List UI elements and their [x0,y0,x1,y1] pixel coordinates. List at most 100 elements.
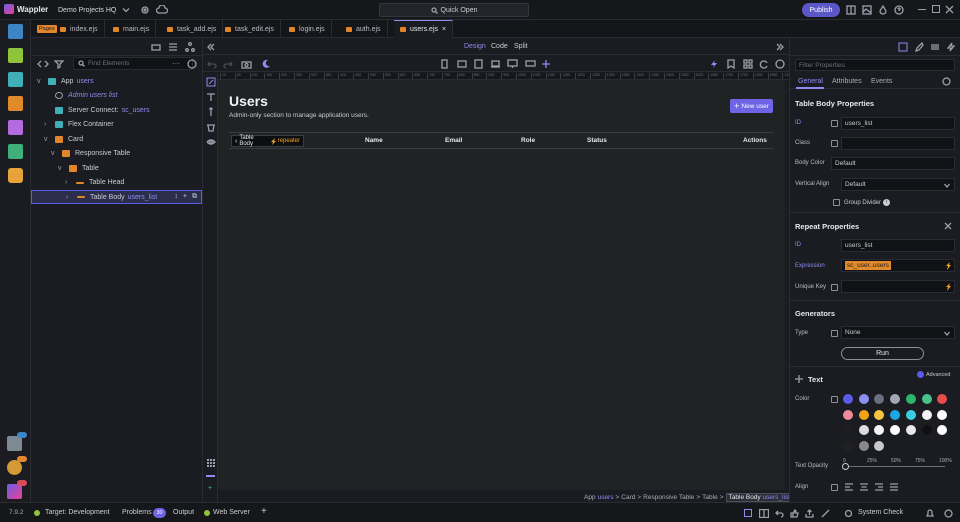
color-swatch[interactable] [921,409,932,420]
camera-icon[interactable] [241,59,252,69]
design-tab[interactable]: Design [464,43,486,50]
color-swatch[interactable] [843,440,853,451]
tree-item[interactable]: v Card [31,132,202,146]
align-center-icon[interactable] [860,483,868,491]
project-selector[interactable]: Demo Projects HQ [54,3,134,17]
color-swatch[interactable] [874,440,885,451]
breadcrumb-item[interactable]: Responsive Table [643,494,694,501]
bind-icon[interactable] [831,396,838,403]
help-icon[interactable] [187,59,197,69]
chevron-right-icon[interactable]: › [44,121,52,128]
laptop-icon[interactable] [490,59,501,69]
workflow-icon[interactable] [8,48,23,63]
run-button[interactable]: Run [841,347,924,360]
chevron-down-icon[interactable]: v [58,165,66,172]
color-swatch[interactable] [937,425,948,435]
double-chevron-left-icon[interactable] [207,43,215,51]
edit-icon[interactable] [898,42,908,52]
tree-item[interactable]: v App users [31,74,202,88]
file-tab[interactable]: auth.ejs [340,20,388,38]
minimize-icon[interactable] [918,9,926,10]
align-left-icon[interactable] [845,483,853,491]
text-format-icon[interactable] [206,92,216,102]
move-icon[interactable] [541,59,551,69]
color-swatch[interactable] [874,409,885,420]
color-swatch[interactable] [921,425,932,435]
code-view-icon[interactable] [37,59,49,69]
expression-field[interactable]: sc_user..users [841,259,955,272]
copy-icon[interactable]: ⧉ [192,193,197,201]
drop-icon[interactable] [878,5,888,15]
color-swatch[interactable] [921,394,932,404]
routing-icon[interactable] [8,96,23,111]
color-swatch[interactable] [937,409,948,420]
tree-icon[interactable] [185,42,195,52]
target-label[interactable]: Target: Development [45,509,110,516]
system-check-label[interactable]: System Check [858,509,903,516]
tab-general[interactable]: General [798,78,823,85]
refresh-icon[interactable] [759,59,769,69]
widescreen-icon[interactable] [525,59,536,69]
component-icon[interactable] [151,42,161,52]
color-swatch[interactable] [858,440,869,451]
chevron-down-icon[interactable]: v [37,78,45,85]
bind-icon[interactable] [831,120,838,127]
thumbs-up-icon[interactable] [790,509,799,518]
group-divider-checkbox[interactable] [833,199,840,206]
close-icon[interactable] [944,222,952,230]
add-icon[interactable]: + [208,485,212,492]
info-icon[interactable]: i [883,199,890,206]
close-icon[interactable]: × [442,26,446,33]
breadcrumb-item[interactable]: Table [702,494,718,501]
filter-properties-input[interactable]: Filter Properties [795,59,955,71]
selected-element-tag[interactable]: ‹ Table Body repeater [231,135,304,147]
publish-button[interactable]: Publish [802,3,840,17]
color-swatch[interactable] [874,425,885,435]
brush-icon[interactable] [914,42,924,52]
align-right-icon[interactable] [875,483,883,491]
resources-icon[interactable] [8,120,23,135]
breadcrumb-item[interactable]: Card [621,494,635,501]
tree-item[interactable]: › Table Head [31,176,202,190]
color-swatch[interactable] [843,409,853,420]
reorder-icon[interactable]: ↕ [174,193,178,201]
settings-icon[interactable] [7,460,22,475]
color-swatch[interactable] [890,394,901,404]
extensions-icon[interactable] [7,436,22,451]
more-icon[interactable]: ··· [172,59,180,68]
align-justify-icon[interactable] [890,483,898,491]
color-swatch[interactable] [858,394,869,404]
chevron-right-icon[interactable]: › [65,179,73,186]
type-select[interactable]: None [841,326,955,339]
color-swatch[interactable] [905,409,916,420]
opacity-slider-handle[interactable] [842,463,849,470]
image-icon[interactable] [862,5,872,15]
bookmark-icon[interactable] [726,59,736,69]
repeat-id-field[interactable]: users_list [841,239,955,252]
new-user-button[interactable]: + New user [730,99,773,113]
wappler-pro-icon[interactable] [7,484,22,499]
color-swatch[interactable] [937,394,948,404]
web-server-label[interactable]: Web Server [213,509,250,516]
close-icon[interactable] [945,5,954,14]
file-tab[interactable]: task_add.ejs [161,20,224,38]
help-icon[interactable] [944,509,953,518]
chevron-right-icon[interactable]: › [66,194,74,201]
ai-assistant-icon[interactable] [8,168,23,183]
help-icon[interactable] [775,59,785,69]
opacity-slider-track[interactable] [845,466,945,467]
code-tab[interactable]: Code [491,43,508,50]
layout-icon[interactable] [846,5,856,15]
edit-icon[interactable] [206,77,216,87]
tablet-portrait-icon[interactable] [474,59,483,69]
help-icon[interactable] [942,77,951,86]
class-field[interactable] [841,137,955,150]
apps-grid-icon[interactable] [206,458,216,468]
list-icon[interactable] [168,42,178,52]
mobile-icon[interactable] [441,59,448,69]
help-icon[interactable] [894,5,904,15]
moon-icon[interactable] [261,59,271,69]
bind-icon[interactable] [831,330,838,337]
square-icon[interactable] [744,509,752,517]
chevron-down-icon[interactable]: v [44,136,52,143]
